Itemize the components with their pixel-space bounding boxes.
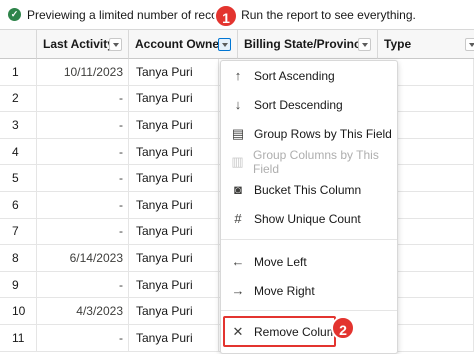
last-activity-cell: - [37, 165, 129, 191]
last-activity-cell: - [37, 192, 129, 218]
remove-column-highlight [223, 316, 336, 347]
chevron-down-icon[interactable] [358, 38, 371, 51]
column-header-label: Last Activity [43, 37, 114, 51]
row-number: 1 [0, 59, 37, 85]
menu-divider [221, 239, 397, 240]
last-activity-cell: 6/14/2023 [37, 245, 129, 271]
column-header-type[interactable]: Type [378, 30, 474, 59]
account-owner-cell: Tanya Puri [129, 59, 219, 85]
account-owner-cell: Tanya Puri [129, 245, 219, 271]
menu-item-sort-descending[interactable]: ↓ Sort Descending [221, 90, 397, 119]
column-header-account-owner[interactable]: Account Owner [129, 30, 238, 59]
account-owner-cell: Tanya Puri [129, 112, 219, 138]
menu-item-label: Bucket This Column [254, 182, 362, 197]
arrow-up-icon: ↑ [234, 68, 242, 83]
menu-item-move-right[interactable]: → Move Right [221, 276, 397, 305]
column-header-last-activity[interactable]: Last Activity [37, 30, 129, 59]
menu-item-group-columns: ▥ Group Columns by This Field [221, 147, 397, 176]
menu-item-sort-ascending[interactable]: ↑ Sort Ascending [221, 61, 397, 90]
menu-item-label: Move Left [254, 254, 307, 269]
row-number: 9 [0, 271, 37, 298]
menu-item-group-rows[interactable]: ▤ Group Rows by This Field [221, 119, 397, 148]
last-activity-cell: - [37, 271, 129, 298]
chevron-down-icon[interactable] [109, 38, 122, 51]
menu-item-label: Group Columns by This Field [252, 147, 379, 176]
chevron-down-icon[interactable] [465, 38, 474, 51]
last-activity-cell: 4/3/2023 [37, 298, 129, 324]
step-1-callout: 1 [214, 4, 238, 28]
column-options-menu: ↑ Sort Ascending ↓ Sort Descending ▤ Gro… [220, 60, 398, 354]
row-number: 5 [0, 165, 37, 191]
row-number: 2 [0, 85, 37, 112]
menu-item-label: Show Unique Count [254, 211, 361, 226]
row-number: 7 [0, 218, 37, 245]
account-owner-cell: Tanya Puri [129, 138, 219, 165]
row-number: 3 [0, 112, 37, 138]
check-circle-icon: ✓ [8, 8, 21, 21]
menu-item-bucket[interactable]: ◙ Bucket This Column [221, 175, 397, 204]
menu-item-label: Move Right [254, 283, 315, 298]
menu-item-label: Sort Ascending [254, 68, 335, 83]
account-owner-cell: Tanya Puri [129, 165, 219, 191]
account-owner-cell: Tanya Puri [129, 192, 219, 218]
account-owner-cell: Tanya Puri [129, 271, 219, 298]
last-activity-cell: - [37, 325, 129, 351]
account-owner-cell: Tanya Puri [129, 218, 219, 245]
group-rows-icon: ▤ [231, 125, 245, 141]
unique-count-icon: # [234, 211, 242, 226]
column-header-label: Type [384, 37, 412, 51]
column-header-label: Billing State/Province [244, 37, 368, 51]
last-activity-cell: - [37, 218, 129, 245]
last-activity-cell: 10/11/2023 [37, 59, 129, 85]
menu-item-label: Sort Descending [254, 97, 343, 112]
last-activity-cell: - [37, 85, 129, 112]
menu-item-label: Group Rows by This Field [254, 126, 392, 141]
row-number-header [0, 30, 37, 59]
row-number: 6 [0, 192, 37, 218]
row-number: 11 [0, 325, 37, 351]
row-number: 8 [0, 245, 37, 271]
row-number: 10 [0, 298, 37, 324]
account-owner-cell: Tanya Puri [129, 85, 219, 112]
last-activity-cell: - [37, 138, 129, 165]
account-owner-cell: Tanya Puri [129, 298, 219, 324]
step-2-callout: 2 [331, 316, 355, 340]
row-number: 4 [0, 138, 37, 165]
chevron-down-icon[interactable] [218, 38, 231, 51]
last-activity-cell: - [37, 112, 129, 138]
menu-divider [221, 310, 397, 311]
column-header-label: Account Owner [135, 37, 224, 51]
arrow-left-icon: ← [231, 254, 245, 269]
account-owner-cell: Tanya Puri [129, 325, 219, 351]
group-columns-icon: ▥ [231, 153, 244, 169]
bucket-icon: ◙ [234, 182, 242, 197]
column-header-billing-state[interactable]: Billing State/Province [238, 30, 378, 59]
arrow-right-icon: → [231, 283, 245, 298]
menu-item-unique-count[interactable]: # Show Unique Count [221, 204, 397, 233]
menu-item-move-left[interactable]: ← Move Left [221, 247, 397, 276]
arrow-down-icon: ↓ [234, 97, 242, 112]
